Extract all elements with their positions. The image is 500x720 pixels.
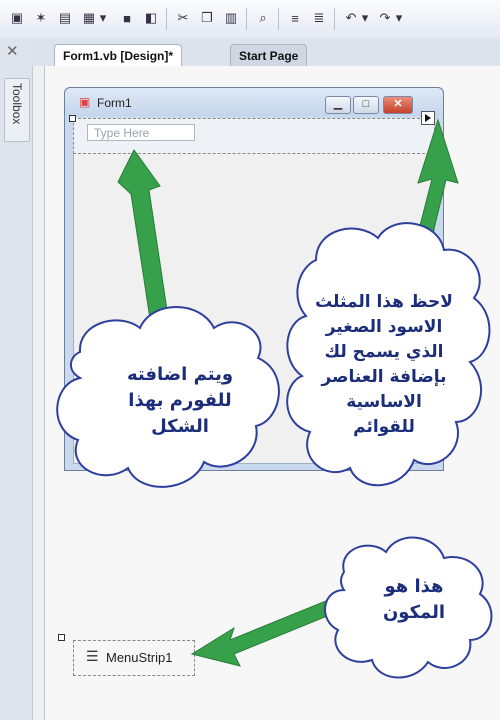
menustrip-bar[interactable]: Type Here — [73, 118, 435, 154]
toolbox-tab[interactable]: Toolbox — [4, 78, 30, 142]
find-icon[interactable]: ⌕ — [254, 9, 272, 27]
menustrip-label: MenuStrip1 — [106, 650, 173, 665]
cut-icon[interactable]: ✂ — [174, 9, 192, 27]
menustrip-icon: ☰ — [86, 648, 99, 664]
save-icon[interactable]: ■ — [118, 9, 136, 27]
form-title-bar: ▣ Form1 ▁ □ ✕ — [65, 88, 443, 116]
copy-icon[interactable]: ❐ — [198, 9, 216, 27]
selection-handle[interactable] — [69, 115, 76, 122]
comment-icon[interactable]: ≡ — [286, 9, 304, 27]
toolbox-icon[interactable]: ✕ — [6, 42, 19, 60]
undo-dropdown-icon[interactable]: ▾ — [360, 9, 370, 27]
document-tabs: Form1.vb [Design]* Start Page — [32, 38, 500, 67]
type-here-input[interactable]: Type Here — [87, 124, 195, 141]
add-project-icon[interactable]: ▣ — [8, 9, 26, 27]
open-folder-icon[interactable]: ▤ — [56, 9, 74, 27]
close-button[interactable]: ✕ — [383, 96, 413, 114]
redo-dropdown-icon[interactable]: ▾ — [394, 9, 404, 27]
save-all-icon[interactable]: ◧ — [142, 9, 160, 27]
component-selection-handle[interactable] — [58, 634, 65, 641]
menustrip-component[interactable]: ☰ MenuStrip1 — [73, 640, 195, 676]
paste-icon[interactable]: ▥ — [222, 9, 240, 27]
toolbox-label: Toolbox — [10, 83, 24, 125]
smart-tag-arrow-icon[interactable] — [421, 111, 435, 125]
redo-icon[interactable]: ↷ — [376, 9, 394, 27]
tab-start-page[interactable]: Start Page — [230, 44, 308, 67]
callout-bottom-text: هذا هو المكون — [382, 576, 446, 623]
tab-form1-design[interactable]: Form1.vb [Design]* — [54, 44, 183, 67]
form-icon: ▣ — [79, 95, 91, 109]
toolbar: ▣ ✶ ▤ ▦ ▾ ■ ◧ ✂ ❐ ▥ ⌕ ≡ ≣ ↶ ▾ ↷ ▾ — [0, 0, 500, 39]
new-item-icon[interactable]: ✶ — [32, 9, 50, 27]
maximize-button[interactable]: □ — [353, 96, 379, 114]
dropdown-icon[interactable]: ▾ — [98, 9, 108, 27]
minimize-button[interactable]: ▁ — [325, 96, 351, 114]
add-item-icon[interactable]: ▦ — [80, 9, 98, 27]
callout-left-text: ويتم اضافته للفورم بهذا الشكل — [126, 364, 234, 437]
form-title: Form1 — [97, 96, 132, 110]
toolbox-strip: ✕ Toolbox — [0, 38, 33, 720]
undo-icon[interactable]: ↶ — [342, 9, 360, 27]
uncomment-icon[interactable]: ≣ — [310, 9, 328, 27]
callout-right-text: لاحظ هذا المثلث الاسود الصغير الذي يسمح … — [315, 292, 453, 437]
